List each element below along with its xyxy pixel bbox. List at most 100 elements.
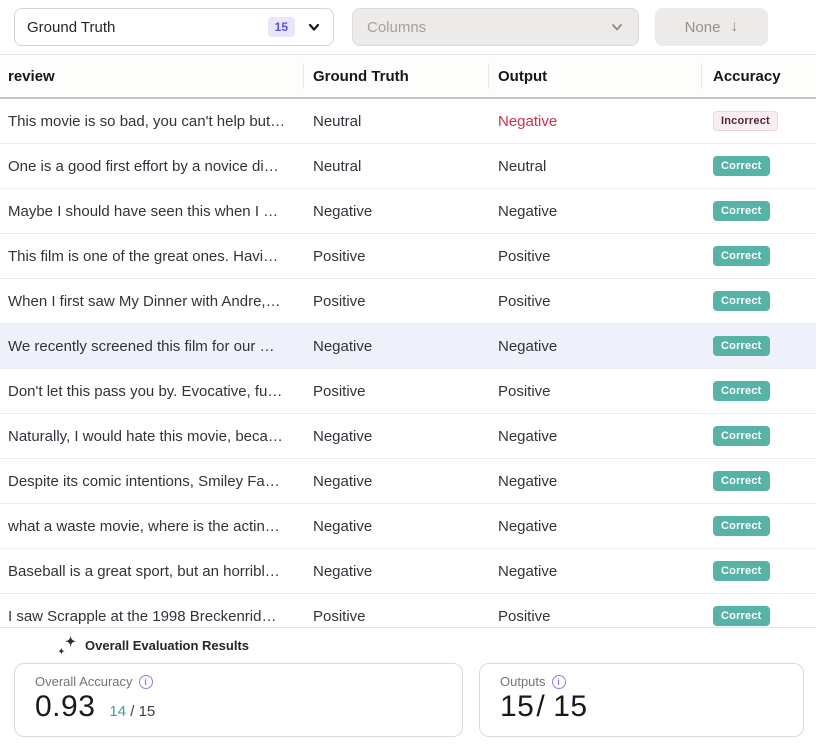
header-output[interactable]: Output: [488, 55, 701, 97]
output-cell: Positive: [488, 608, 701, 625]
review-cell: This movie is so bad, you can't help but…: [0, 113, 303, 130]
table-row[interactable]: This film is one of the great ones. Havi…: [0, 234, 816, 279]
info-icon[interactable]: [552, 675, 566, 689]
ground-truth-cell: Negative: [303, 473, 488, 490]
output-cell: Negative: [488, 473, 701, 490]
output-cell: Negative: [488, 518, 701, 535]
accuracy-cell: Correct: [701, 336, 816, 356]
table-row[interactable]: Baseball is a great sport, but an horrib…: [0, 549, 816, 594]
columns-dropdown[interactable]: Columns: [352, 8, 639, 46]
sort-button[interactable]: None ↓: [655, 8, 768, 46]
outputs-value: 15 / 15: [500, 690, 588, 724]
ground-truth-cell: Positive: [303, 608, 488, 625]
header-review[interactable]: review: [0, 55, 303, 97]
output-cell: Negative: [488, 203, 701, 220]
arrow-down-icon: ↓: [730, 19, 738, 35]
accuracy-badge: Correct: [713, 561, 770, 581]
accuracy-badge: Correct: [713, 606, 770, 626]
accuracy-cell: Correct: [701, 381, 816, 401]
accuracy-badge: Correct: [713, 201, 770, 221]
accuracy-cell: Incorrect: [701, 111, 816, 131]
output-cell: Neutral: [488, 158, 701, 175]
outputs-label: Outputs: [500, 674, 546, 689]
header-ground-truth[interactable]: Ground Truth: [303, 55, 488, 97]
accuracy-cell: Correct: [701, 471, 816, 491]
overall-accuracy-label: Overall Accuracy: [35, 674, 133, 689]
accuracy-cell: Correct: [701, 561, 816, 581]
table-row[interactable]: Don't let this pass you by. Evocative, f…: [0, 369, 816, 414]
ground-truth-cell: Positive: [303, 248, 488, 265]
accuracy-cell: Correct: [701, 606, 816, 626]
ground-truth-cell: Positive: [303, 383, 488, 400]
review-cell: When I first saw My Dinner with Andre,…: [0, 293, 303, 310]
ground-truth-cell: Negative: [303, 338, 488, 355]
output-cell: Negative: [488, 563, 701, 580]
ground-truth-cell: Neutral: [303, 158, 488, 175]
table-row[interactable]: When I first saw My Dinner with Andre,… …: [0, 279, 816, 324]
filter-count-badge: 15: [268, 17, 295, 37]
review-cell: This film is one of the great ones. Havi…: [0, 248, 303, 265]
accuracy-badge: Correct: [713, 471, 770, 491]
evaluation-results-view: Ground Truth 15 Columns None ↓ review Gr…: [0, 0, 816, 747]
ground-truth-cell: Negative: [303, 518, 488, 535]
output-cell: Positive: [488, 383, 701, 400]
ground-truth-cell: Negative: [303, 203, 488, 220]
toolbar: Ground Truth 15 Columns None ↓: [0, 0, 816, 55]
table-row[interactable]: Despite its comic intentions, Smiley Fa……: [0, 459, 816, 504]
output-cell: Negative: [488, 113, 701, 130]
table-row[interactable]: Maybe I should have seen this when I … N…: [0, 189, 816, 234]
accuracy-cell: Correct: [701, 516, 816, 536]
ground-truth-cell: Negative: [303, 563, 488, 580]
accuracy-cell: Correct: [701, 426, 816, 446]
ground-truth-cell: Positive: [303, 293, 488, 310]
header-accuracy[interactable]: Accuracy: [701, 55, 816, 97]
filter-label: Ground Truth: [27, 19, 268, 36]
overall-accuracy-card: Overall Accuracy 0.93 14 / 15: [14, 663, 463, 737]
accuracy-badge: Correct: [713, 246, 770, 266]
accuracy-badge: Incorrect: [713, 111, 778, 131]
chevron-down-icon: [307, 20, 321, 34]
sort-label: None: [685, 19, 721, 36]
table-row[interactable]: We recently screened this film for our ……: [0, 324, 816, 369]
accuracy-cell: Correct: [701, 291, 816, 311]
output-cell: Negative: [488, 338, 701, 355]
ground-truth-cell: Negative: [303, 428, 488, 445]
accuracy-badge: Correct: [713, 516, 770, 536]
accuracy-badge: Correct: [713, 381, 770, 401]
review-cell: Don't let this pass you by. Evocative, f…: [0, 383, 303, 400]
accuracy-badge: Correct: [713, 426, 770, 446]
accuracy-fraction: 14 / 15: [109, 703, 155, 720]
overall-accuracy-value: 0.93: [35, 690, 95, 724]
review-cell: Baseball is a great sport, but an horrib…: [0, 563, 303, 580]
review-cell: One is a good first effort by a novice d…: [0, 158, 303, 175]
overall-results-header: Overall Evaluation Results: [0, 628, 816, 661]
accuracy-cell: Correct: [701, 201, 816, 221]
results-cards: Overall Accuracy 0.93 14 / 15 Outputs: [0, 661, 816, 747]
info-icon[interactable]: [139, 675, 153, 689]
overall-results-panel: Overall Evaluation Results Overall Accur…: [0, 627, 816, 747]
review-cell: Maybe I should have seen this when I …: [0, 203, 303, 220]
ground-truth-cell: Neutral: [303, 113, 488, 130]
outputs-card: Outputs 15 / 15: [479, 663, 804, 737]
table-row[interactable]: what a waste movie, where is the actin… …: [0, 504, 816, 549]
output-cell: Negative: [488, 428, 701, 445]
accuracy-badge: Correct: [713, 336, 770, 356]
overall-results-title: Overall Evaluation Results: [85, 638, 249, 653]
accuracy-badge: Correct: [713, 156, 770, 176]
output-cell: Positive: [488, 248, 701, 265]
columns-placeholder: Columns: [367, 19, 426, 36]
review-cell: I saw Scrapple at the 1998 Breckenrid…: [0, 608, 303, 625]
table-row[interactable]: Naturally, I would hate this movie, beca…: [0, 414, 816, 459]
table-row[interactable]: One is a good first effort by a novice d…: [0, 144, 816, 189]
output-cell: Positive: [488, 293, 701, 310]
accuracy-badge: Correct: [713, 291, 770, 311]
review-cell: what a waste movie, where is the actin…: [0, 518, 303, 535]
review-cell: Despite its comic intentions, Smiley Fa…: [0, 473, 303, 490]
table-row[interactable]: This movie is so bad, you can't help but…: [0, 99, 816, 144]
table-body: This movie is so bad, you can't help but…: [0, 99, 816, 639]
accuracy-cell: Correct: [701, 156, 816, 176]
chevron-down-icon: [610, 20, 624, 34]
ground-truth-filter-dropdown[interactable]: Ground Truth 15: [14, 8, 334, 46]
accuracy-cell: Correct: [701, 246, 816, 266]
sparkle-icon: [58, 637, 76, 654]
